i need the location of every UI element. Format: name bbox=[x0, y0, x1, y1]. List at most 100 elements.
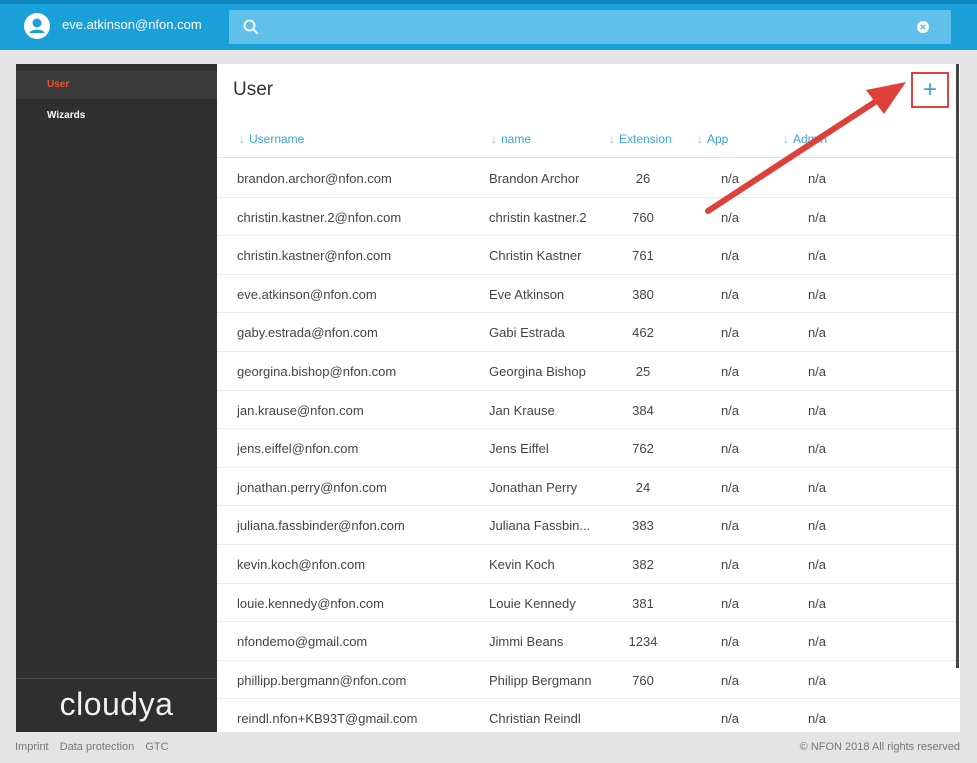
cell-admin: n/a bbox=[807, 248, 827, 264]
cell-extension: 384 bbox=[632, 402, 654, 418]
cell-app: n/a bbox=[720, 325, 740, 341]
cell-app: n/a bbox=[720, 209, 740, 225]
cell-extension: 383 bbox=[632, 518, 654, 534]
cell-admin: n/a bbox=[807, 402, 827, 418]
footer-link-data-protection[interactable]: Data protection bbox=[60, 741, 135, 753]
cell-app: n/a bbox=[720, 402, 740, 418]
footer-link-imprint[interactable]: Imprint bbox=[15, 741, 49, 753]
table-row[interactable]: georgina.bishop@nfon.com Georgina Bishop 2… bbox=[217, 352, 960, 391]
column-header-name[interactable]: ↓ name bbox=[491, 132, 531, 146]
sidebar: User Wizards cloudya bbox=[16, 64, 217, 732]
cell-app: n/a bbox=[720, 171, 740, 186]
column-header-extension[interactable]: ↓ Extension bbox=[609, 132, 672, 146]
cloudya-logo: cloudya bbox=[16, 678, 217, 732]
cell-extension: 1234 bbox=[628, 634, 658, 650]
cell-admin: n/a bbox=[807, 595, 827, 611]
column-header-admin[interactable]: ↓ Admin bbox=[783, 132, 827, 146]
cell-admin: n/a bbox=[807, 171, 827, 186]
cell-username: christin.kastner.2@nfon.com bbox=[237, 209, 402, 225]
user-list-panel: User + ↓ Username ↓ name ↓ Extension ↓ App ↓… bbox=[217, 64, 960, 732]
cell-admin: n/a bbox=[807, 557, 827, 572]
cell-username: jens.eiffel@nfon.com bbox=[237, 441, 359, 457]
cell-app: n/a bbox=[720, 634, 740, 650]
user-email[interactable]: eve.atkinson@nfon.com bbox=[62, 17, 202, 32]
clear-search-icon[interactable] bbox=[917, 21, 929, 33]
search-bar bbox=[229, 10, 951, 44]
cell-name: Brandon Archor bbox=[489, 171, 580, 186]
scrollbar-track[interactable] bbox=[956, 64, 959, 668]
cell-app: n/a bbox=[720, 518, 740, 534]
cell-name: Christin Kastner bbox=[489, 248, 582, 264]
cell-app: n/a bbox=[720, 711, 740, 727]
cell-admin: n/a bbox=[807, 325, 827, 341]
search-input[interactable] bbox=[269, 16, 913, 40]
table-row[interactable]: jens.eiffel@nfon.com Jens Eiffel 762 n/a n/a bbox=[217, 429, 960, 468]
cell-name: Juliana Fassbin... bbox=[489, 518, 591, 534]
cell-username: jonathan.perry@nfon.com bbox=[237, 479, 387, 495]
cell-app: n/a bbox=[720, 595, 740, 611]
column-header-username[interactable]: ↓ Username bbox=[239, 132, 304, 146]
table-row[interactable]: jan.krause@nfon.com Jan Krause 384 n/a n/a bbox=[217, 391, 960, 430]
table-row[interactable]: christin.kastner.2@nfon.com christin kast… bbox=[217, 198, 960, 237]
table-row[interactable]: phillipp.bergmann@nfon.com Philipp Bergma… bbox=[217, 661, 960, 700]
cell-name: christin kastner.2 bbox=[489, 209, 587, 225]
cell-name: Jens Eiffel bbox=[489, 441, 549, 457]
cell-username: kevin.koch@nfon.com bbox=[237, 557, 366, 572]
cell-admin: n/a bbox=[807, 441, 827, 457]
cell-username: gaby.estrada@nfon.com bbox=[237, 325, 378, 341]
table-row[interactable]: juliana.fassbinder@nfon.com Juliana Fassb… bbox=[217, 506, 960, 545]
cell-extension: 24 bbox=[635, 479, 651, 495]
cell-username: phillipp.bergmann@nfon.com bbox=[237, 672, 407, 688]
cell-extension: 462 bbox=[632, 325, 654, 341]
cell-username: georgina.bishop@nfon.com bbox=[237, 364, 397, 379]
cell-admin: n/a bbox=[807, 634, 827, 650]
cell-name: Kevin Koch bbox=[489, 557, 555, 572]
cell-extension: 760 bbox=[632, 209, 654, 225]
user-avatar-icon[interactable] bbox=[24, 13, 50, 39]
cell-username: reindl.nfon+KB93T@gmail.com bbox=[237, 711, 418, 727]
cell-admin: n/a bbox=[807, 518, 827, 534]
cell-admin: n/a bbox=[807, 364, 827, 379]
table-row[interactable]: jonathan.perry@nfon.com Jonathan Perry 24 n… bbox=[217, 468, 960, 507]
cell-name: Jimmi Beans bbox=[489, 634, 564, 650]
table-row[interactable]: brandon.archor@nfon.com Brandon Archor 26 n… bbox=[217, 159, 960, 198]
sort-arrow-icon: ↓ bbox=[783, 132, 789, 146]
cell-extension: 381 bbox=[632, 595, 654, 611]
plus-icon: + bbox=[922, 76, 937, 103]
table-row[interactable]: christin.kastner@nfon.com Christin Kastne… bbox=[217, 236, 960, 275]
table-row[interactable]: nfondemo@gmail.com Jimmi Beans 1234 n/a n/a bbox=[217, 622, 960, 661]
cell-extension: 762 bbox=[632, 441, 654, 457]
cell-name: Eve Atkinson bbox=[489, 286, 565, 302]
cell-app: n/a bbox=[720, 248, 740, 264]
cell-name: Louie Kennedy bbox=[489, 595, 576, 611]
cell-name: Gabi Estrada bbox=[489, 325, 565, 341]
cell-username: eve.atkinson@nfon.com bbox=[237, 286, 377, 302]
table-row[interactable]: louie.kennedy@nfon.com Louie Kennedy 381 n/… bbox=[217, 584, 960, 623]
cell-admin: n/a bbox=[807, 672, 827, 688]
footer-link-gtc[interactable]: GTC bbox=[145, 741, 168, 753]
cell-extension: 382 bbox=[632, 557, 654, 572]
cell-admin: n/a bbox=[807, 286, 827, 302]
cell-app: n/a bbox=[720, 441, 740, 457]
cell-extension: 380 bbox=[632, 286, 654, 302]
column-header-app[interactable]: ↓ App bbox=[697, 132, 728, 146]
table-row[interactable]: reindl.nfon+KB93T@gmail.com Christian Rei… bbox=[217, 699, 960, 732]
footer-links: Imprint Data protection GTC bbox=[15, 741, 177, 753]
cell-name: Jonathan Perry bbox=[489, 479, 578, 495]
page-title: User bbox=[233, 79, 274, 100]
cell-username: nfondemo@gmail.com bbox=[237, 634, 368, 650]
cell-name: Christian Reindl bbox=[489, 711, 581, 727]
sidebar-item-user[interactable]: User bbox=[16, 71, 217, 99]
table-row[interactable]: eve.atkinson@nfon.com Eve Atkinson 380 n/a n… bbox=[217, 275, 960, 314]
cell-app: n/a bbox=[720, 672, 740, 688]
table-row[interactable]: gaby.estrada@nfon.com Gabi Estrada 462 n/a n… bbox=[217, 313, 960, 352]
cell-extension: 760 bbox=[632, 672, 654, 688]
table-row[interactable]: kevin.koch@nfon.com Kevin Koch 382 n/a n/a bbox=[217, 545, 960, 584]
cell-username: jan.krause@nfon.com bbox=[237, 402, 364, 418]
sidebar-item-wizards[interactable]: Wizards bbox=[16, 102, 217, 130]
cell-admin: n/a bbox=[807, 711, 827, 727]
cell-app: n/a bbox=[720, 557, 740, 572]
add-user-button[interactable]: + bbox=[911, 72, 949, 108]
cell-app: n/a bbox=[720, 286, 740, 302]
cell-name: Jan Krause bbox=[489, 402, 555, 418]
